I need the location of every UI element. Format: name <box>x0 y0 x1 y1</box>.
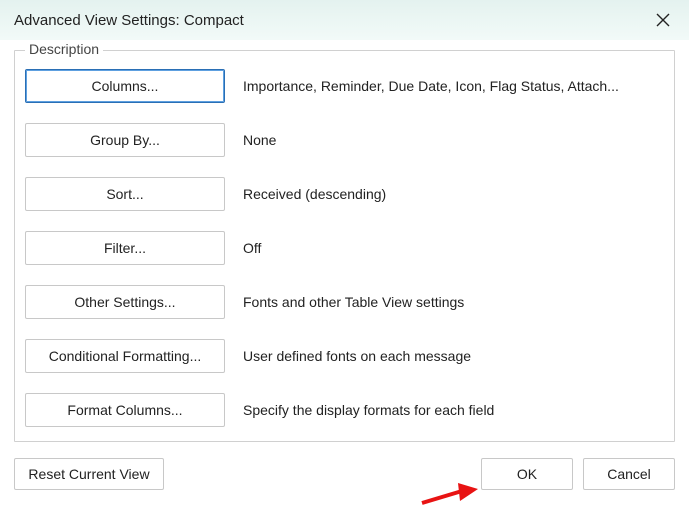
groupby-desc: None <box>243 132 664 148</box>
description-group: Description Columns... Importance, Remin… <box>14 50 675 442</box>
titlebar: Advanced View Settings: Compact <box>0 0 689 40</box>
close-button[interactable] <box>649 6 677 34</box>
columns-button[interactable]: Columns... <box>25 69 225 103</box>
close-icon <box>656 13 670 27</box>
dialog-content: Description Columns... Importance, Remin… <box>0 40 689 502</box>
row-sort: Sort... Received (descending) <box>25 177 664 211</box>
footer-left: Reset Current View <box>14 458 164 490</box>
conditional-formatting-desc: User defined fonts on each message <box>243 348 664 364</box>
filter-button[interactable]: Filter... <box>25 231 225 265</box>
sort-desc: Received (descending) <box>243 186 664 202</box>
filter-desc: Off <box>243 240 664 256</box>
dialog-title: Advanced View Settings: Compact <box>14 12 244 29</box>
sort-button[interactable]: Sort... <box>25 177 225 211</box>
row-other-settings: Other Settings... Fonts and other Table … <box>25 285 664 319</box>
other-settings-button[interactable]: Other Settings... <box>25 285 225 319</box>
dialog-footer: Reset Current View OK Cancel <box>14 458 675 490</box>
other-settings-desc: Fonts and other Table View settings <box>243 294 664 310</box>
row-groupby: Group By... None <box>25 123 664 157</box>
group-legend: Description <box>25 41 103 57</box>
reset-view-button[interactable]: Reset Current View <box>14 458 164 490</box>
format-columns-button[interactable]: Format Columns... <box>25 393 225 427</box>
conditional-formatting-button[interactable]: Conditional Formatting... <box>25 339 225 373</box>
row-conditional-formatting: Conditional Formatting... User defined f… <box>25 339 664 373</box>
cancel-button[interactable]: Cancel <box>583 458 675 490</box>
format-columns-desc: Specify the display formats for each fie… <box>243 402 664 418</box>
columns-desc: Importance, Reminder, Due Date, Icon, Fl… <box>243 78 664 94</box>
ok-button[interactable]: OK <box>481 458 573 490</box>
row-columns: Columns... Importance, Reminder, Due Dat… <box>25 69 664 103</box>
row-format-columns: Format Columns... Specify the display fo… <box>25 393 664 427</box>
footer-right: OK Cancel <box>481 458 675 490</box>
row-filter: Filter... Off <box>25 231 664 265</box>
groupby-button[interactable]: Group By... <box>25 123 225 157</box>
